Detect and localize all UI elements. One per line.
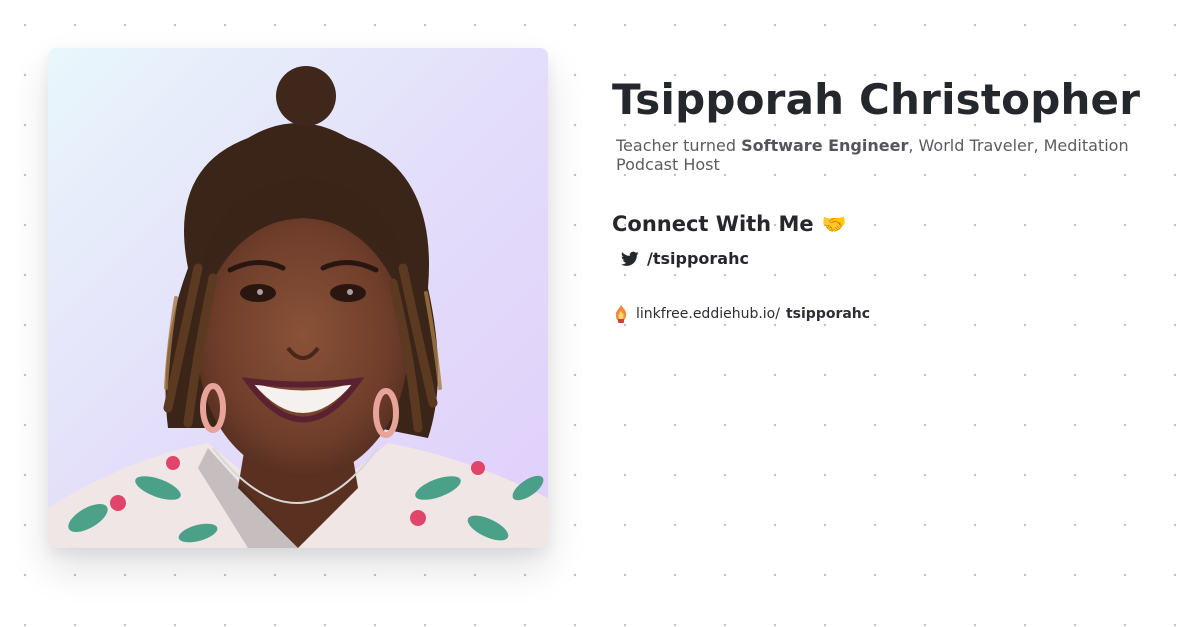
bio-prefix: Teacher turned xyxy=(616,136,742,155)
linkfree-domain: linkfree.eddiehub.io/ xyxy=(636,306,780,322)
twitter-icon xyxy=(621,251,639,266)
profile-photo xyxy=(48,48,548,548)
bio-highlight: Software Engineer xyxy=(741,136,909,155)
connect-heading-text: Connect With Me xyxy=(612,212,814,236)
linkfree-logo-icon xyxy=(615,305,627,323)
linkfree-profile-link[interactable]: linkfree.eddiehub.io/ tsipporahc xyxy=(612,304,1172,324)
handshake-icon: 🤝 xyxy=(821,212,847,236)
profile-info: Tsipporah Christopher Teacher turned Sof… xyxy=(612,72,1172,324)
profile-name: Tsipporah Christopher xyxy=(612,75,1141,124)
connect-heading: Connect With Me 🤝 xyxy=(612,210,1172,238)
twitter-handle: /tsipporahc xyxy=(647,249,749,268)
profile-bio: Teacher turned Software Engineer, World … xyxy=(616,136,1146,174)
linkfree-username: tsipporahc xyxy=(785,306,871,322)
twitter-link[interactable]: /tsipporahc xyxy=(621,249,1172,268)
